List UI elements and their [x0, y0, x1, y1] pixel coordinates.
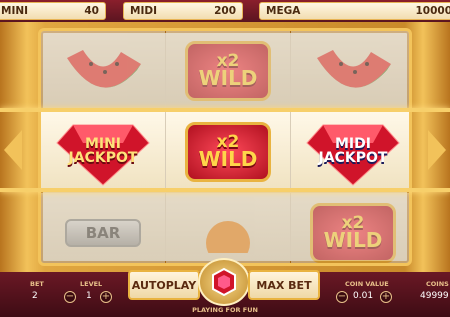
coin-value-minus-button[interactable]: − — [336, 291, 348, 303]
wild-symbol: x2 WILD — [185, 121, 271, 182]
mini-jackpot-symbol: MINI JACKPOT — [68, 137, 138, 166]
reel-cell-middle-3: MIDI JACKPOT — [291, 112, 409, 191]
jackpot-bar: MINI 40 MIDI 200 MEGA 10000 — [0, 0, 450, 22]
mini-jackpot-display: MINI 40 — [0, 2, 106, 20]
midi-jackpot-value: 200 — [214, 5, 236, 17]
watermelon-icon — [317, 49, 391, 88]
level-value: 1 — [86, 291, 92, 301]
bet-value: 2 — [32, 291, 38, 301]
wild-label: WILD — [198, 147, 258, 172]
reel-cell-bottom-3: x2 WILD — [291, 193, 409, 263]
playing-for-fun-text: PLAYING FOR FUN — [192, 306, 258, 314]
spin-button[interactable] — [198, 258, 250, 306]
mini-jackpot-value: 40 — [84, 5, 99, 17]
midi-jackpot-label: MIDI — [130, 5, 157, 17]
midi-jackpot-symbol: MIDI JACKPOT — [318, 137, 388, 166]
reel-cell-middle-2: x2 WILD — [166, 112, 290, 191]
watermelon-icon — [67, 49, 141, 88]
level-plus-button[interactable]: + — [100, 291, 112, 303]
mega-jackpot-value: 10000 — [415, 5, 450, 17]
reel-cell-top-3 — [291, 31, 409, 110]
coin-value-plus-button[interactable]: + — [380, 291, 392, 303]
orange-fruit-icon — [206, 220, 250, 253]
autoplay-button[interactable]: AUTOPLAY — [128, 270, 200, 300]
mini-jackpot-symbol-line2: JACKPOT — [68, 149, 138, 166]
wild-symbol: x2 WILD — [310, 202, 396, 263]
coin-value: 0.01 — [353, 291, 374, 301]
mega-jackpot-display: MEGA 10000 — [259, 2, 450, 20]
reel-cell-top-2: x2 WILD — [166, 31, 290, 110]
max-bet-button[interactable]: MAX BET — [248, 270, 320, 300]
mini-jackpot-label: MINI — [1, 5, 29, 17]
reel-area: x2 WILD MINI JACKPOT x2 WILD MIDI JACKPO… — [38, 28, 412, 266]
level-label: LEVEL — [80, 280, 103, 288]
coin-value-label: COIN VALUE — [345, 280, 389, 288]
spin-gem-icon — [212, 267, 236, 297]
level-minus-button[interactable]: − — [64, 291, 76, 303]
reel-cell-middle-1: MINI JACKPOT — [41, 112, 165, 191]
midi-jackpot-symbol-line2: JACKPOT — [318, 149, 388, 166]
wild-label: WILD — [323, 228, 383, 253]
bar-symbol: BAR — [65, 218, 141, 247]
bet-label: BET — [30, 280, 44, 288]
mega-jackpot-label: MEGA — [266, 5, 301, 17]
coins-value: 49999 — [420, 291, 449, 301]
wild-symbol: x2 WILD — [185, 40, 271, 101]
reel-cell-top-1 — [41, 31, 165, 110]
midi-jackpot-display: MIDI 200 — [123, 2, 243, 20]
reel-cell-bottom-2 — [166, 193, 290, 263]
reel-cell-bottom-1: BAR — [41, 193, 165, 263]
coins-label: COINS — [426, 280, 449, 288]
wild-label: WILD — [198, 66, 258, 91]
